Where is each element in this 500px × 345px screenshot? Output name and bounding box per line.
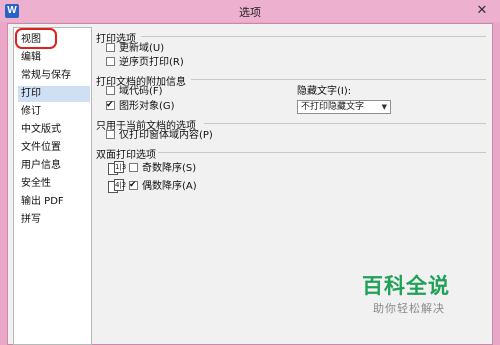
reverse-order-checkbox[interactable] <box>106 57 115 66</box>
window-title: 选项 <box>239 6 261 19</box>
sidebar-item-label: 安全性 <box>21 178 51 189</box>
group-divider <box>158 152 486 153</box>
hidden-text-value: 不打印隐藏文字 <box>301 102 365 112</box>
sidebar-item-label: 修订 <box>21 106 41 117</box>
even-icon-text: 4|2 <box>115 181 127 189</box>
sidebar-item-chinese-layout[interactable]: 中文版式 <box>18 122 90 138</box>
even-descending-label: 偶数降序(A) <box>142 181 197 192</box>
update-fields-option[interactable]: 更新域(U) <box>106 43 164 55</box>
sidebar-item-label: 编辑 <box>21 52 41 63</box>
sidebar-item-user-info[interactable]: 用户信息 <box>18 158 90 174</box>
close-icon[interactable]: ✕ <box>474 3 490 19</box>
form-data-only-checkbox[interactable] <box>106 130 115 139</box>
drawing-objects-label: 图形对象(G) <box>119 101 175 112</box>
odd-pages-duplex-icon: 1|3 <box>108 161 126 177</box>
hidden-text-label: 隐藏文字(I): <box>297 86 352 97</box>
odd-descending-option[interactable]: 奇数降序(S) <box>129 163 196 175</box>
sidebar: 视图 编辑 常规与保存 打印 修订 中文版式 文件位置 用户信息 安全性 输出 … <box>13 27 92 345</box>
dropdown-arrow-icon: ▼ <box>381 103 387 111</box>
update-fields-checkbox[interactable] <box>106 43 115 52</box>
sidebar-item-label: 拼写 <box>21 214 41 225</box>
sidebar-item-security[interactable]: 安全性 <box>18 176 90 192</box>
sidebar-item-edit[interactable]: 编辑 <box>18 50 90 66</box>
reverse-order-label: 逆序页打印(R) <box>119 57 184 68</box>
field-codes-option[interactable]: 域代码(F) <box>106 86 163 98</box>
sidebar-item-label: 打印 <box>21 88 41 99</box>
title-bar: W 选项 ✕ <box>0 0 500 22</box>
odd-descending-checkbox[interactable] <box>129 163 138 172</box>
sidebar-item-revision[interactable]: 修订 <box>18 104 90 120</box>
update-fields-label: 更新域(U) <box>119 43 165 54</box>
field-codes-checkbox[interactable] <box>106 86 115 95</box>
field-codes-label: 域代码(F) <box>119 86 163 97</box>
reverse-order-option[interactable]: 逆序页打印(R) <box>106 57 184 69</box>
sidebar-item-label: 中文版式 <box>21 124 61 135</box>
sidebar-item-print[interactable]: 打印 <box>18 86 90 102</box>
sidebar-item-label: 输出 PDF <box>21 196 64 207</box>
hidden-text-dropdown[interactable]: 不打印隐藏文字 ▼ <box>297 100 391 114</box>
form-data-only-label: 仅打印窗体域内容(P) <box>119 130 213 141</box>
sidebar-item-export-pdf[interactable]: 输出 PDF <box>18 194 90 210</box>
watermark-slogan: 助你轻松解决 <box>373 302 445 315</box>
sidebar-item-label: 文件位置 <box>21 142 61 153</box>
even-descending-checkbox[interactable] <box>129 179 138 191</box>
odd-icon-text: 1|3 <box>115 163 127 171</box>
watermark-brand: 百科全说 <box>362 274 450 298</box>
even-descending-option[interactable]: 偶数降序(A) <box>129 179 197 193</box>
group-divider <box>204 123 486 124</box>
drawing-objects-checkbox[interactable] <box>106 99 115 111</box>
even-pages-duplex-icon: 4|2 <box>108 179 126 195</box>
sidebar-item-file-locations[interactable]: 文件位置 <box>18 140 90 156</box>
sidebar-item-view[interactable]: 视图 <box>15 28 90 49</box>
sidebar-item-general-save[interactable]: 常规与保存 <box>18 68 90 84</box>
sidebar-item-spelling[interactable]: 拼写 <box>18 212 90 228</box>
odd-descending-label: 奇数降序(S) <box>142 163 197 174</box>
sidebar-item-label: 用户信息 <box>21 160 61 171</box>
drawing-objects-option[interactable]: 图形对象(G) <box>106 99 175 113</box>
duplex-title: 双面打印选项 <box>96 150 156 161</box>
sidebar-item-label: 常规与保存 <box>21 70 71 81</box>
group-divider <box>141 36 486 37</box>
form-data-only-option[interactable]: 仅打印窗体域内容(P) <box>106 130 213 142</box>
red-highlight-circle <box>15 28 57 49</box>
group-divider <box>191 79 486 80</box>
